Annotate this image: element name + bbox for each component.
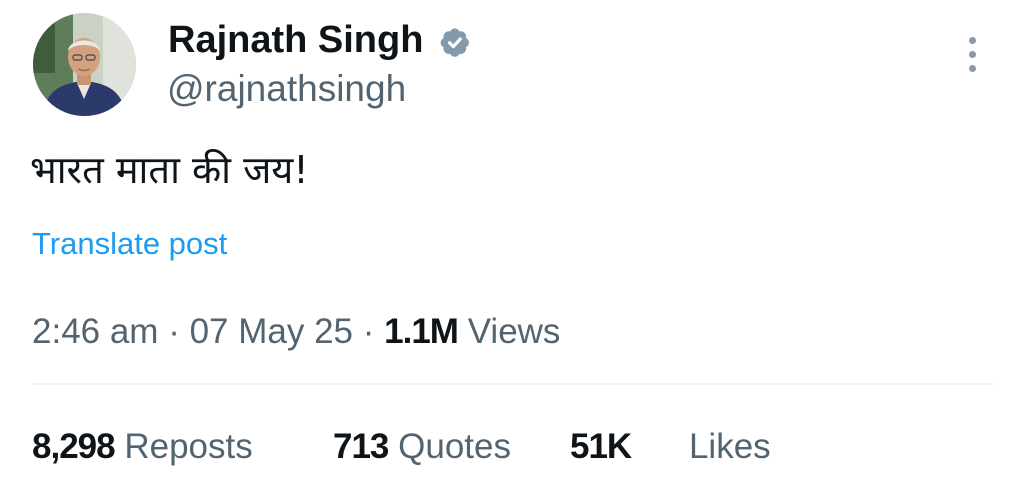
author-handle[interactable]: @rajnathsingh	[167, 66, 406, 112]
post-meta: 2:46 am · 07 May 25 · 1.1M Views	[32, 309, 560, 355]
reposts-label: Reposts	[124, 427, 253, 466]
meta-separator: ·	[168, 312, 180, 351]
more-options-icon	[968, 36, 976, 44]
author-display-name[interactable]: Rajnath Singh	[168, 14, 423, 66]
verified-badge-icon	[440, 28, 469, 57]
translate-post-link[interactable]: Translate post	[32, 222, 227, 266]
likes-stat[interactable]: 51K Likes	[570, 424, 771, 470]
post-text: भारत माता की जय!	[30, 148, 309, 192]
quotes-stat[interactable]: 713 Quotes	[333, 424, 511, 470]
post-date[interactable]: 07 May 25	[190, 312, 353, 351]
meta-separator: ·	[362, 312, 375, 351]
more-options-icon	[968, 50, 976, 58]
likes-count: 51K	[570, 427, 632, 466]
post-time[interactable]: 2:46 am	[32, 312, 158, 351]
more-options-icon	[968, 64, 976, 72]
reposts-count: 8,298	[32, 427, 116, 466]
likes-label: Likes	[688, 427, 771, 466]
quotes-label: Quotes	[398, 427, 511, 466]
divider	[32, 383, 993, 385]
quotes-count: 713	[333, 427, 389, 466]
reposts-stat[interactable]: 8,298 Reposts	[32, 424, 253, 470]
views-label: Views	[467, 312, 561, 351]
avatar[interactable]	[33, 13, 136, 116]
more-options-button[interactable]	[955, 30, 989, 78]
views-count: 1.1M	[384, 312, 459, 351]
avatar-image	[33, 13, 136, 116]
